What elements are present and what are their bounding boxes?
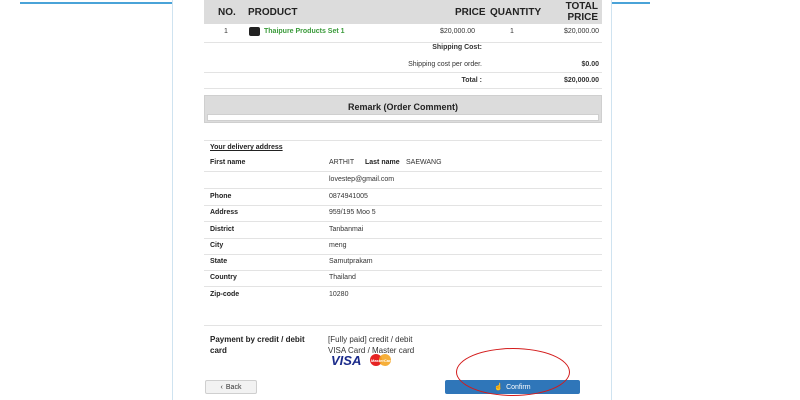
back-button[interactable]: ‹ Back (205, 380, 257, 394)
address-row-country: Country Thailand (204, 270, 602, 286)
mastercard-logo-text: MasterCard (371, 358, 394, 363)
shipping-per-order-label: Shipping cost per order. (408, 61, 482, 68)
divider (204, 140, 602, 141)
header-total-line2: PRICE (567, 12, 598, 23)
remark-title: Remark (Order Comment) (347, 102, 459, 112)
phone-label: Phone (210, 193, 232, 200)
address-row-city: City meng (204, 238, 602, 254)
header-total-price: TOTAL PRICE (566, 1, 598, 23)
country-label: Country (210, 274, 237, 281)
confirm-button[interactable]: ☝ Confirm (445, 380, 580, 394)
address-row-email: lovestep@gmail.com (204, 172, 602, 188)
country-value: Thailand (329, 274, 356, 281)
address-row-address: Address 959/195 Moo 5 (204, 205, 602, 221)
delivery-address-title: Your delivery address (210, 144, 283, 151)
chevron-left-icon: ‹ (220, 383, 223, 391)
state-label: State (210, 258, 228, 265)
address-row-name: First name ARTHIT Last name SAEWANG (204, 155, 602, 171)
shipping-cost-label: Shipping Cost: (432, 44, 482, 51)
row-quantity: 1 (510, 28, 514, 35)
address-row-district: District Tanbanmai (204, 222, 602, 238)
header-quantity: QUANTITY (490, 7, 542, 18)
total-label: Total : (461, 77, 482, 84)
row-total: $20,000.00 (563, 28, 599, 35)
city-label: City (210, 242, 224, 249)
header-price: PRICE (455, 7, 486, 18)
remark-input[interactable] (207, 114, 599, 121)
phone-value: 0874941005 (329, 193, 368, 200)
mastercard-logo: MasterCard (370, 354, 394, 366)
district-value: Tanbanmai (329, 226, 364, 233)
remark-section: Remark (Order Comment) (204, 95, 602, 123)
product-link[interactable]: Thaipure Products Set 1 (264, 28, 345, 35)
row-price: $20,000.00 (440, 28, 476, 35)
table-row: 1 Thaipure Products Set 1 $20,000.00 1 $… (204, 24, 602, 42)
state-value: Samutprakam (329, 258, 373, 265)
zip-label: Zip-code (210, 291, 240, 298)
order-table-header: NO. PRODUCT PRICE QUANTITY TOTAL PRICE (204, 0, 602, 24)
visa-logo: VISA (331, 353, 362, 368)
city-value: meng (329, 242, 347, 249)
pointer-icon: ☝ (494, 384, 504, 391)
back-button-label: Back (225, 383, 242, 391)
address-label: Address (210, 209, 239, 216)
total-value: $20,000.00 (563, 77, 599, 84)
district-label: District (210, 226, 235, 233)
address-row-state: State Samutprakam (204, 254, 602, 270)
address-value: 959/195 Moo 5 (329, 209, 376, 216)
confirm-button-label: Confirm (506, 383, 531, 391)
last-name-value: SAEWANG (406, 159, 442, 166)
divider (204, 325, 602, 326)
divider (204, 88, 602, 89)
header-no: NO. (218, 7, 236, 18)
shipping-per-order-value: $0.00 (581, 61, 599, 68)
header-product: PRODUCT (248, 7, 298, 18)
address-row-phone: Phone 0874941005 (204, 189, 602, 205)
email-value: lovestep@gmail.com (329, 176, 395, 183)
last-name-label: Last name (365, 159, 400, 166)
zip-value: 10280 (329, 291, 349, 298)
address-row-zip: Zip-code 10280 (204, 287, 602, 303)
divider (204, 42, 602, 43)
header-total-line1: TOTAL (565, 1, 598, 12)
product-thumbnail-icon (249, 27, 260, 36)
payment-method-label: Payment by credit / debit card (210, 335, 305, 355)
payment-line1: [Fully paid] credit / debit (328, 335, 413, 344)
row-no: 1 (224, 28, 228, 35)
first-name-value: ARTHIT (329, 159, 355, 166)
divider (204, 72, 602, 73)
first-name-label: First name (210, 159, 246, 166)
